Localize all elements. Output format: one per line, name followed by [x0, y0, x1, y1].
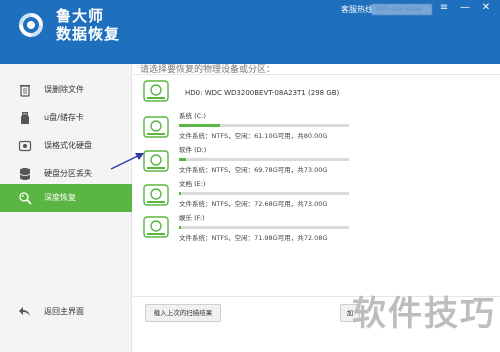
- sidebar-item-deep-recovery[interactable]: 深度恢复: [0, 184, 132, 212]
- usage-bar-fill: [179, 192, 182, 195]
- disk-partition-icon: [143, 150, 169, 172]
- app-logo-icon: [19, 13, 43, 37]
- sidebar-item-label: 深度恢复: [44, 193, 76, 202]
- app-name-line1: 鲁大师: [56, 7, 105, 25]
- load-last-scan-button[interactable]: 载入上次的扫描结果: [145, 304, 221, 322]
- disk-partition-icon: [143, 184, 169, 206]
- sidebar: 误删除文件 u盘/储存卡 误格式化硬盘 硬盘分区丢失 深度恢复 返回主界面: [0, 64, 132, 352]
- hard-disk-icon: [143, 80, 169, 102]
- title-bar: 鲁大师 数据恢复 客服热线： 400-xxx-xxxx ≡ — ✕: [0, 0, 500, 64]
- partition-name: 系统 (C:): [179, 112, 206, 120]
- usage-bar: [179, 192, 349, 195]
- usage-bar: [179, 226, 349, 229]
- usage-bar-fill: [179, 158, 186, 161]
- usage-bar-fill: [179, 226, 182, 229]
- app-name-line2: 数据恢复: [56, 25, 121, 43]
- disk-partition-icon: [143, 216, 169, 238]
- hotline-value: 400-xxx-xxxx: [372, 4, 432, 15]
- partition-info: 文件系统：NTFS，空闲：71.98G可用，共72.08G: [179, 234, 328, 242]
- partition-name: 软件 (D:): [179, 146, 207, 154]
- usage-bar: [179, 124, 349, 127]
- divider: [133, 74, 500, 75]
- app-name: 鲁大师 数据恢复: [56, 7, 120, 43]
- sidebar-item-deleted-files[interactable]: 误删除文件: [0, 76, 132, 104]
- recycle-bin-icon: [20, 85, 30, 97]
- watermark: 软件技巧: [346, 290, 496, 342]
- minimize-button[interactable]: —: [457, 1, 473, 15]
- physical-disk-row[interactable]: HD0: WDC WD3200BEVT-08A23T1 (298 GB): [139, 80, 495, 108]
- sidebar-item-usb[interactable]: u盘/储存卡: [0, 104, 132, 132]
- close-button[interactable]: ✕: [478, 1, 494, 15]
- usage-bar-fill: [179, 124, 220, 127]
- physical-disk-label: HD0: WDC WD3200BEVT-08A23T1 (298 GB): [185, 89, 340, 97]
- hard-disk-icon: [18, 140, 32, 152]
- back-to-main-button[interactable]: 返回主界面: [0, 298, 132, 326]
- partition-info: 文件系统：NTFS，空闲：72.68G可用，共73.00G: [179, 200, 328, 208]
- back-to-main-label: 返回主界面: [44, 307, 84, 316]
- sidebar-item-label: u盘/储存卡: [44, 113, 84, 122]
- partition-info: 文件系统：NTFS，空闲：61.10G可用，共80.00G: [179, 132, 328, 140]
- usb-drive-icon: [21, 112, 29, 124]
- partition-name: 娱乐 (F:): [179, 214, 205, 222]
- sidebar-item-label: 硬盘分区丢失: [44, 169, 92, 178]
- deep-recovery-icon: [19, 192, 32, 205]
- usage-bar: [179, 158, 349, 161]
- sidebar-item-label: 误格式化硬盘: [44, 141, 92, 150]
- back-arrow-icon: [19, 307, 30, 316]
- menu-button[interactable]: ≡: [436, 1, 452, 15]
- database-icon: [19, 168, 31, 180]
- sidebar-item-format[interactable]: 误格式化硬盘: [0, 132, 132, 160]
- partition-info: 文件系统：NTFS，空闲：69.78G可用，共73.00G: [179, 166, 328, 174]
- watermark-text: 软件技巧: [352, 294, 496, 334]
- disk-partition-icon: [143, 116, 169, 138]
- sidebar-item-label: 误删除文件: [44, 85, 84, 94]
- partition-name: 文档 (E:): [179, 180, 206, 188]
